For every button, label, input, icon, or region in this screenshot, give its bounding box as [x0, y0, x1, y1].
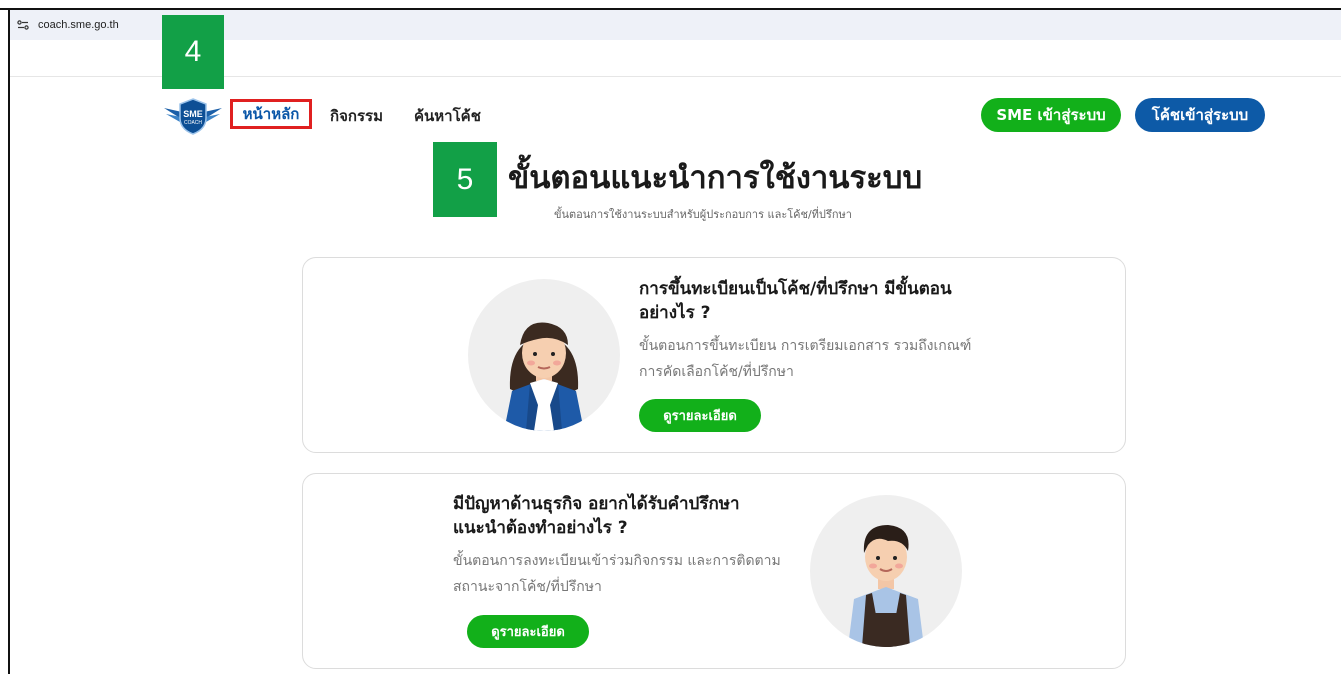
card-description: ขั้นตอนการขึ้นทะเบียน การเตรียมเอกสาร รว…: [639, 338, 972, 380]
card-title: การขึ้นทะเบียนเป็นโค้ช/ที่ปรึกษา มีขั้นต…: [639, 279, 952, 323]
guide-card-business-consult: มีปัญหาด้านธุรกิจ อยากได้รับคำปรึกษา แนะ…: [302, 473, 1126, 669]
site-settings-icon[interactable]: [16, 18, 30, 32]
url-text[interactable]: coach.sme.go.th: [38, 19, 119, 31]
view-details-button[interactable]: ดูรายละเอียด: [639, 399, 761, 432]
step-badge-5: 5: [433, 142, 497, 217]
svg-text:SME: SME: [183, 109, 203, 119]
woman-coach-illustration: [468, 279, 620, 431]
nav-find-coach[interactable]: ค้นหาโค้ช: [414, 104, 481, 128]
guide-card-coach-registration: การขึ้นทะเบียนเป็นโค้ช/ที่ปรึกษา มีขั้นต…: [302, 257, 1126, 453]
step-badge-4: 4: [162, 15, 224, 89]
coach-login-button[interactable]: โค้ชเข้าสู่ระบบ: [1135, 98, 1265, 132]
man-entrepreneur-illustration: [810, 495, 962, 647]
nav-home[interactable]: หน้าหลัก: [230, 99, 312, 129]
page-title: ขั้นตอนแนะนำการใช้งานระบบ: [508, 160, 923, 196]
card-title: มีปัญหาด้านธุรกิจ อยากได้รับคำปรึกษา แนะ…: [453, 494, 740, 538]
page-subtitle: ขั้นตอนการใช้งานระบบสำหรับผู้ประกอบการ แ…: [554, 208, 852, 221]
nav-activities[interactable]: กิจกรรม: [330, 104, 383, 128]
card-description: ขั้นตอนการลงทะเบียนเข้าร่วมกิจกรรม และกา…: [453, 553, 781, 595]
svg-text:COACH: COACH: [184, 120, 202, 126]
sme-coach-logo[interactable]: SME COACH: [162, 96, 224, 136]
view-details-button[interactable]: ดูรายละเอียด: [467, 615, 589, 648]
sme-login-button[interactable]: SME เข้าสู่ระบบ: [981, 98, 1121, 132]
